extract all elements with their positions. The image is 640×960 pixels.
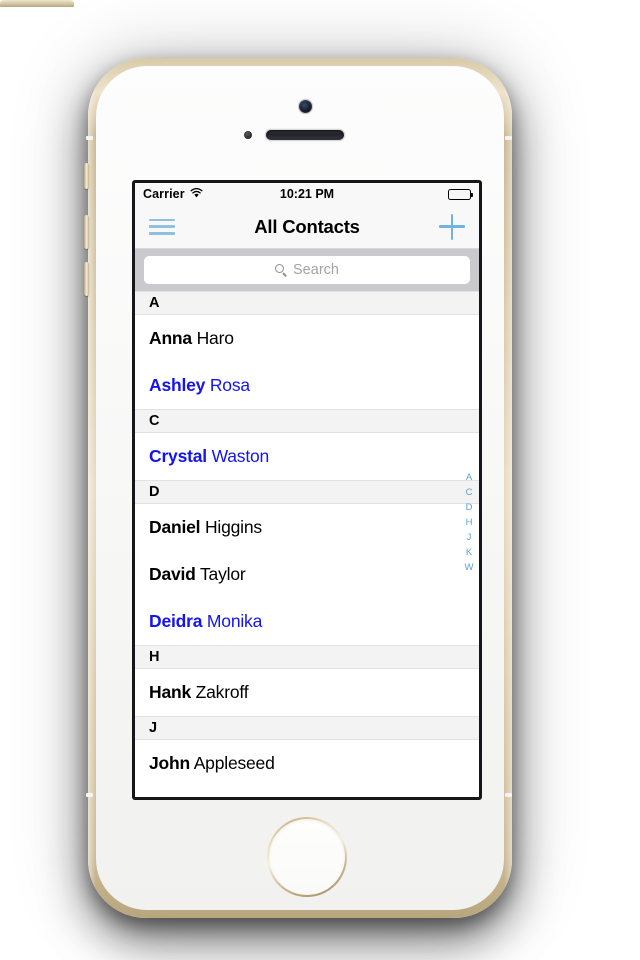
contact-last-name: Higgins: [200, 517, 262, 537]
contact-first-name: Hank: [149, 682, 191, 702]
status-bar: Carrier 10:21 PM: [135, 183, 479, 205]
contact-name: Ashley Rosa: [149, 375, 250, 396]
contact-name: Anna Haro: [149, 328, 234, 349]
contact-first-name: Deidra: [149, 611, 203, 631]
contact-last-name: Taylor: [195, 564, 246, 584]
screen-bezel: Carrier 10:21 PM All Contacts Search A A…: [132, 180, 482, 800]
section-index-letter[interactable]: H: [466, 515, 473, 530]
section-index-bar[interactable]: ACDHJKW: [462, 470, 476, 575]
section-index-letter[interactable]: K: [466, 545, 472, 560]
navigation-bar: All Contacts: [135, 205, 479, 249]
contact-first-name: John: [149, 753, 191, 773]
section-header: D: [135, 480, 479, 504]
section-index-letter[interactable]: D: [466, 500, 473, 515]
contact-name: Daniel Higgins: [149, 517, 262, 538]
search-bar-container: Search: [135, 249, 479, 291]
menu-bar-2: [149, 225, 175, 228]
contact-last-name: Rosa: [205, 375, 250, 395]
volume-down-button[interactable]: [84, 262, 89, 296]
section-index-letter[interactable]: W: [465, 560, 474, 575]
contact-first-name: Ashley: [149, 375, 206, 395]
section-header: C: [135, 409, 479, 433]
phone-screen: Carrier 10:21 PM All Contacts Search A A…: [135, 183, 479, 797]
silent-switch-button[interactable]: [84, 163, 89, 189]
page-title: All Contacts: [254, 215, 360, 237]
status-bar-right: [448, 188, 473, 200]
contact-name: Hank Zakroff: [149, 682, 249, 703]
contact-row[interactable]: David Taylor: [135, 551, 479, 598]
contact-last-name: Zakroff: [191, 682, 249, 702]
earpiece-speaker-icon: [266, 130, 344, 140]
contact-first-name: Daniel: [149, 517, 201, 537]
antenna-band-right-top: [505, 136, 512, 140]
section-index-letter[interactable]: C: [466, 485, 473, 500]
contact-row[interactable]: Deidra Monika: [135, 598, 479, 645]
volume-up-button[interactable]: [84, 215, 89, 249]
battery-full-icon: [448, 188, 473, 200]
plus-icon[interactable]: [439, 213, 465, 240]
power-button[interactable]: [0, 0, 74, 7]
search-placeholder: Search: [293, 262, 339, 278]
contact-last-name: Haro: [191, 328, 234, 348]
search-icon: [275, 264, 287, 276]
search-input[interactable]: Search: [144, 256, 470, 284]
contact-name: David Taylor: [149, 564, 246, 585]
contact-row[interactable]: John Appleseed: [135, 740, 479, 787]
contact-row[interactable]: Ashley Rosa: [135, 362, 479, 409]
carrier-label: Carrier: [143, 187, 185, 201]
section-index-letter[interactable]: A: [466, 470, 472, 485]
menu-bar-3: [149, 231, 175, 235]
antenna-band-right-bottom: [505, 793, 512, 797]
hamburger-menu-icon[interactable]: [149, 217, 175, 237]
contact-name: John Appleseed: [149, 753, 275, 774]
contact-first-name: Anna: [149, 328, 192, 348]
section-header: H: [135, 645, 479, 669]
proximity-sensor-icon: [244, 131, 252, 139]
contact-last-name: Monika: [202, 611, 263, 631]
home-button[interactable]: [267, 817, 347, 897]
status-bar-left: Carrier: [143, 187, 203, 201]
contact-row[interactable]: Anna Haro: [135, 315, 479, 362]
contact-first-name: David: [149, 564, 196, 584]
contact-last-name: Waston: [206, 446, 270, 466]
battery-cap: [471, 192, 473, 198]
contact-row[interactable]: Hank Zakroff: [135, 669, 479, 716]
antenna-band-left-bottom: [86, 793, 93, 797]
contact-name: Crystal Waston: [149, 446, 269, 467]
contact-last-name: Appleseed: [190, 753, 275, 773]
section-index-letter[interactable]: J: [467, 530, 472, 545]
contact-name: Deidra Monika: [149, 611, 262, 632]
front-camera-icon: [299, 100, 312, 113]
wifi-icon: [190, 187, 203, 201]
contact-row[interactable]: Crystal Waston: [135, 433, 479, 480]
antenna-band-left-top: [86, 136, 93, 140]
contact-row[interactable]: Daniel Higgins: [135, 504, 479, 551]
contact-first-name: Crystal: [149, 446, 207, 466]
section-header: A: [135, 291, 479, 315]
menu-bar-1: [149, 218, 175, 222]
contacts-list[interactable]: A Anna Haro Ashley Rosa C Crystal Waston D Dan…: [135, 291, 479, 797]
section-header: J: [135, 716, 479, 740]
